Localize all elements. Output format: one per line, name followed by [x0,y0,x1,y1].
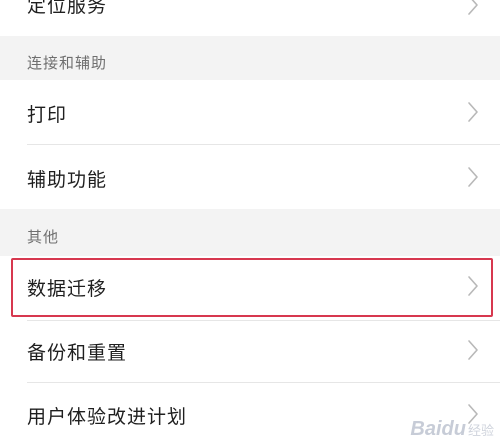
chevron-right-icon [466,339,480,361]
settings-screen: 定位服务 连接和辅助 打印 辅助功能 其他 数据迁移 备份和重置 用户体验改进计… [0,0,500,447]
section-header-connection: 连接和辅助 [0,36,500,80]
settings-item-backup-reset[interactable]: 备份和重置 [0,321,500,382]
section-label: 其他 [27,228,60,246]
chevron-right-icon [466,101,480,123]
watermark-brand: Baidu [410,418,466,440]
settings-item-label: 辅助功能 [27,169,108,191]
chevron-right-icon [466,166,480,188]
settings-item-label: 打印 [27,104,68,126]
settings-item-accessibility[interactable]: 辅助功能 [0,145,500,209]
chevron-right-icon [466,0,480,16]
section-header-other: 其他 [0,209,500,256]
settings-item-data-migration[interactable]: 数据迁移 [0,256,500,320]
watermark-suffix: 经验 [467,424,494,439]
settings-item-location-services[interactable]: 定位服务 [0,0,500,36]
settings-item-label: 数据迁移 [27,278,108,300]
settings-item-label: 用户体验改进计划 [27,406,188,428]
chevron-right-icon [466,275,480,297]
section-label: 连接和辅助 [27,54,108,72]
settings-item-label: 定位服务 [27,0,108,17]
settings-item-print[interactable]: 打印 [0,80,500,144]
baidu-watermark: Baidu 经验 [410,418,494,441]
settings-item-label: 备份和重置 [27,342,128,364]
